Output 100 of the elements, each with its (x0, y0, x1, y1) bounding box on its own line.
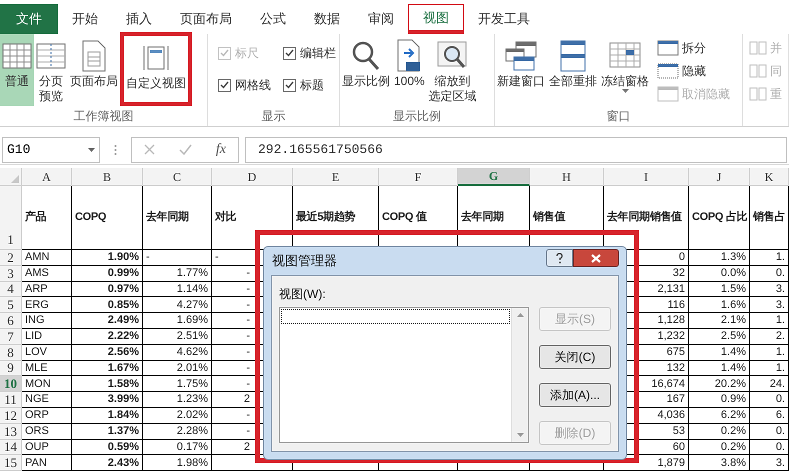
ribbon-button[interactable]: 全部重排 (547, 34, 599, 106)
ribbon-small-button[interactable]: 隐藏 (657, 61, 730, 81)
table-cell: MON (22, 376, 72, 392)
column-header[interactable]: H (530, 168, 604, 186)
file-tab[interactable]: 文件 (0, 4, 58, 34)
table-cell: 6.2% (689, 408, 750, 424)
row-header[interactable]: 8 (0, 344, 22, 361)
column-title: 去年同期销售值 (604, 186, 689, 250)
ribbon-button[interactable]: 普通 (0, 34, 34, 106)
ribbon-button[interactable]: 新建窗口 (495, 34, 547, 106)
column-header[interactable]: D (212, 168, 293, 186)
dialog-button[interactable]: 添加(A)... (539, 383, 611, 407)
cancel-icon[interactable] (144, 144, 155, 155)
ribbon-button[interactable]: 100% (392, 34, 427, 106)
table-cell: 3. (750, 282, 789, 298)
ribbon-button[interactable]: 自定义视图 (120, 32, 192, 106)
checkbox[interactable] (283, 46, 296, 60)
row-header[interactable]: 9 (0, 360, 22, 376)
column-header[interactable]: C (143, 168, 212, 186)
table-cell: AMS (22, 266, 72, 282)
table-cell: 1. (750, 313, 789, 329)
column-header[interactable]: B (72, 168, 143, 186)
name-box[interactable]: G10 (2, 136, 100, 162)
table-cell: 4.62% (143, 344, 212, 361)
window-pane-icon (657, 63, 679, 79)
window-pane-icon (657, 86, 679, 102)
table-cell: 3. (750, 297, 789, 314)
table-cell: 2.43% (72, 455, 143, 472)
row-header[interactable]: 12 (0, 408, 22, 424)
row-header[interactable]: 7 (0, 328, 22, 345)
table-cell: MLE (22, 360, 72, 376)
scrollbar[interactable] (511, 308, 528, 442)
row-header[interactable]: 5 (0, 297, 22, 314)
table-cell: 1.37% (72, 424, 143, 440)
column-header[interactable]: F (379, 168, 458, 186)
ribbon-tab[interactable]: 数据 (300, 4, 354, 34)
row-header[interactable]: 15 (0, 455, 22, 472)
ribbon-tab[interactable]: 审阅 (354, 4, 408, 34)
table-cell: 2. (750, 328, 789, 345)
ribbon-button[interactable]: 页面布局 (68, 34, 120, 106)
table-cell: 4.27% (143, 297, 212, 314)
table-cell: 1.6% (689, 297, 750, 314)
ribbon-small-button[interactable]: 拆分 (657, 38, 730, 58)
help-button[interactable] (546, 249, 573, 267)
column-header[interactable]: G (458, 168, 530, 186)
ribbon-button[interactable]: 分页 预览 (34, 34, 68, 106)
table-cell: 2.56% (72, 344, 143, 361)
ribbon-tab[interactable]: 开发工具 (464, 4, 544, 34)
checkbox-option[interactable]: 网格线 (218, 76, 271, 94)
table-cell: AMN (22, 250, 72, 266)
column-header[interactable]: A (22, 168, 72, 186)
column-header[interactable]: K (750, 168, 789, 186)
table-cell: 1.3% (689, 250, 750, 266)
table-cell: 1.58% (72, 376, 143, 392)
grid-icon (2, 41, 32, 71)
column-header[interactable]: I (604, 168, 689, 186)
select-all-corner[interactable] (0, 168, 22, 186)
row-header[interactable]: 13 (0, 424, 22, 440)
ribbon-tab[interactable]: 公式 (246, 4, 300, 34)
search-icon (351, 40, 381, 72)
ribbon-tab[interactable]: 插入 (112, 4, 166, 34)
dialog-button[interactable]: 关闭(C) (539, 345, 611, 369)
table-cell: PAN (22, 455, 72, 472)
drag-handle-icon[interactable] (114, 144, 117, 156)
checkbox[interactable] (283, 78, 296, 92)
scroll-down-icon[interactable] (516, 433, 524, 437)
table-cell: ORP (22, 408, 72, 424)
row-header[interactable]: 6 (0, 313, 22, 329)
ribbon-tab[interactable]: 视图 (408, 4, 464, 34)
row-header[interactable]: 1 (0, 186, 22, 250)
row-header[interactable]: 11 (0, 392, 22, 408)
row-header[interactable]: 3 (0, 266, 22, 282)
table-cell: LID (22, 328, 72, 345)
ribbon-button[interactable]: 显示比例 (340, 34, 392, 106)
row-header[interactable]: 10 (0, 376, 22, 392)
ribbon-button[interactable]: 冻结窗格 (599, 34, 651, 106)
check-icon[interactable] (178, 144, 192, 155)
checkbox-option[interactable]: 标题 (283, 76, 336, 94)
scroll-up-icon[interactable] (516, 313, 524, 317)
formula-field[interactable]: 292.165561750566 (245, 136, 787, 162)
table-cell: 24. (750, 376, 789, 392)
table-cell: 0. (750, 440, 789, 456)
column-title: COPQ 占比 (689, 186, 750, 250)
row-header[interactable]: 2 (0, 250, 22, 266)
table-cell: 1.4% (689, 344, 750, 361)
focus-row[interactable] (281, 309, 510, 324)
column-header[interactable]: J (689, 168, 750, 186)
table-cell: 0.0% (689, 266, 750, 282)
ribbon-tab[interactable]: 页面布局 (166, 4, 246, 34)
column-header[interactable]: E (293, 168, 379, 186)
ribbon-button[interactable]: 缩放到 选定区域 (426, 34, 479, 106)
table-cell: 2.02% (143, 408, 212, 424)
checkbox[interactable] (218, 78, 231, 92)
close-button[interactable] (573, 249, 619, 267)
row-header[interactable]: 14 (0, 440, 22, 456)
checkbox-option[interactable]: 编辑栏 (283, 44, 336, 62)
ribbon-tab[interactable]: 开始 (58, 4, 112, 34)
insert-function-button[interactable]: fx (216, 139, 226, 160)
close-icon (591, 254, 601, 262)
row-header[interactable]: 4 (0, 282, 22, 298)
